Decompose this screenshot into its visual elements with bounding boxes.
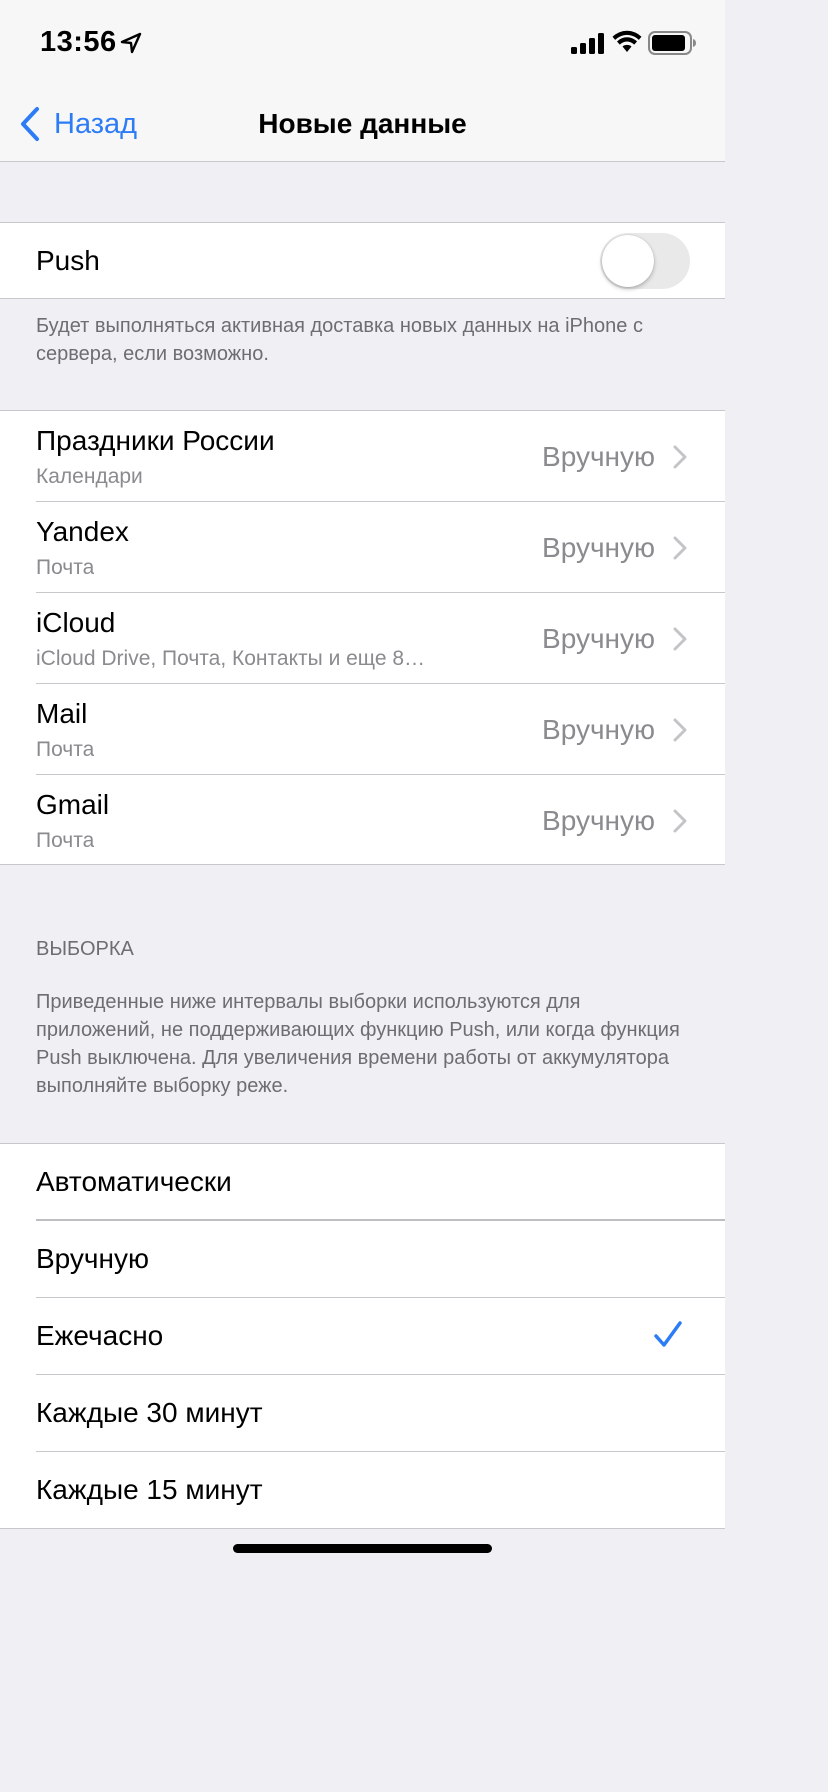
push-group: Push — [0, 222, 725, 299]
section-header-fetch: ВЫБОРКА — [36, 938, 134, 960]
account-name: iCloud — [36, 607, 116, 638]
fetch-option-row[interactable]: Автоматически — [0, 1144, 725, 1221]
account-detail: Почта — [36, 556, 95, 579]
account-row[interactable]: Праздники России Календари Вручную — [0, 411, 725, 502]
push-row: Push — [0, 223, 725, 298]
chevron-right-icon — [673, 718, 687, 742]
account-name: Праздники России — [36, 425, 275, 456]
fetch-option-label: Каждые 30 минут — [36, 1397, 263, 1428]
accounts-group: Праздники России Календари Вручную Yande… — [0, 410, 725, 865]
account-fetch-value: Вручную — [542, 805, 655, 836]
navigation-bar: Назад Новые данные — [0, 88, 725, 162]
account-fetch-value: Вручную — [542, 441, 655, 472]
account-detail: Календари — [36, 465, 143, 488]
account-fetch-value: Вручную — [542, 714, 655, 745]
push-footer: Будет выполняться активная доставка новы… — [36, 315, 643, 365]
account-detail: iCloud Drive, Почта, Контакты и еще 8… — [36, 647, 426, 670]
location-arrow-icon — [120, 32, 142, 54]
toggle-knob — [602, 235, 654, 287]
fetch-option-label: Автоматически — [36, 1166, 232, 1197]
battery-icon — [648, 31, 696, 55]
push-toggle[interactable] — [600, 233, 690, 289]
status-bar: 13:56 — [0, 0, 725, 88]
cellular-signal-icon — [571, 33, 604, 54]
account-row[interactable]: Mail Почта Вручную — [0, 684, 725, 775]
account-row[interactable]: iCloud iCloud Drive, Почта, Контакты и е… — [0, 593, 725, 684]
fetch-option-row[interactable]: Каждые 15 минут — [0, 1452, 725, 1528]
fetch-option-row[interactable]: Ежечасно — [0, 1298, 725, 1375]
fetch-option-row[interactable]: Каждые 30 минут — [0, 1375, 725, 1452]
checkmark-icon — [654, 1321, 682, 1347]
wifi-icon — [612, 30, 642, 52]
account-fetch-value: Вручную — [542, 623, 655, 654]
chevron-right-icon — [673, 809, 687, 833]
account-fetch-value: Вручную — [542, 532, 655, 563]
status-time: 13:56 — [40, 26, 117, 58]
account-detail: Почта — [36, 829, 95, 852]
chevron-right-icon — [673, 445, 687, 469]
home-indicator[interactable] — [233, 1544, 492, 1553]
fetch-option-row[interactable]: Вручную — [0, 1221, 725, 1298]
push-label: Push — [36, 245, 100, 276]
fetch-option-label: Ежечасно — [36, 1320, 164, 1351]
account-row[interactable]: Yandex Почта Вручную — [0, 502, 725, 593]
page-title: Новые данные — [258, 108, 467, 139]
fetch-option-label: Каждые 15 минут — [36, 1474, 263, 1505]
fetch-options-group: Автоматически Вручную Ежечасно Каждые 30… — [0, 1143, 725, 1529]
account-name: Mail — [36, 698, 88, 729]
account-row[interactable]: Gmail Почта Вручную — [0, 775, 725, 866]
fetch-option-label: Вручную — [36, 1243, 149, 1274]
fetch-description: Приведенные ниже интервалы выборки испол… — [36, 991, 680, 1097]
account-name: Yandex — [36, 516, 129, 547]
account-detail: Почта — [36, 738, 95, 761]
chevron-right-icon — [673, 536, 687, 560]
chevron-right-icon — [673, 627, 687, 651]
account-name: Gmail — [36, 789, 110, 820]
